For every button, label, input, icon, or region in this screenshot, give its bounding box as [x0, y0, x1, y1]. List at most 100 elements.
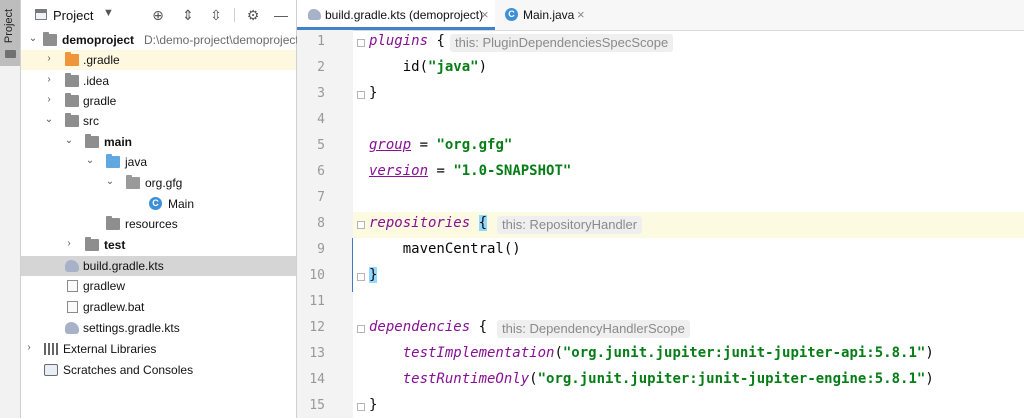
file-icon — [67, 280, 78, 292]
project-view-title[interactable]: Project — [53, 8, 93, 23]
tree-item-label: gradlew.bat — [83, 300, 145, 314]
tree-item-gradle[interactable]: › gradle — [21, 91, 296, 111]
tree-item-main-class[interactable]: C Main — [21, 194, 296, 214]
tree-item-build-gradle-kts[interactable]: build.gradle.kts — [21, 256, 296, 276]
string-literal: "java" — [428, 59, 479, 75]
line-number: 2 — [317, 60, 325, 75]
chevron-right-icon[interactable]: › — [63, 238, 75, 249]
tree-item-gradlew[interactable]: gradlew — [21, 276, 296, 296]
code-line-2: id("java") — [297, 56, 1024, 82]
tree-item-scratches-and-consoles[interactable]: Scratches and Consoles — [21, 360, 296, 380]
expand-all-icon[interactable]: ⇕ — [179, 6, 197, 24]
chevron-down-icon[interactable]: ⌄ — [27, 33, 39, 44]
code-text: ) — [925, 345, 934, 361]
tree-item-test[interactable]: › test — [21, 235, 296, 255]
chevron-down-icon[interactable]: ⌄ — [63, 135, 75, 146]
package-icon — [126, 175, 140, 189]
gradle-icon — [65, 322, 79, 334]
tree-item-label: Main — [168, 197, 195, 211]
code-text: = — [428, 163, 454, 179]
tree-item-main[interactable]: ⌄ main — [21, 132, 296, 152]
tab-label: Main.java — [523, 8, 575, 22]
string-literal: "1.0-SNAPSHOT" — [453, 163, 572, 179]
editor: build.gradle.kts (demoproject) × C Main.… — [297, 0, 1024, 418]
line-number: 13 — [309, 346, 325, 361]
code-text: id( — [369, 59, 429, 75]
tree-item-src[interactable]: ⌄ src — [21, 111, 296, 131]
fold-marker-icon[interactable] — [357, 273, 365, 281]
collapse-all-icon[interactable]: ⇳ — [207, 6, 225, 24]
code-area[interactable]: plugins {this: PluginDependenciesSpecSco… — [297, 30, 1024, 418]
tree-item-demoproject[interactable]: ⌄ demoproject D:\demo-project\demoprojec… — [21, 30, 299, 50]
hide-icon[interactable]: — — [272, 6, 290, 24]
tree-item-org-gfg[interactable]: ⌄ org.gfg — [21, 173, 296, 193]
file-icon — [67, 301, 78, 313]
code-line-1: plugins {this: PluginDependenciesSpecSco… — [297, 30, 1024, 56]
fold-marker-icon[interactable] — [357, 403, 365, 411]
chevron-down-icon[interactable]: ⌄ — [84, 155, 96, 166]
tree-item-label: .idea — [83, 74, 110, 88]
chevron-right-icon[interactable]: › — [23, 342, 35, 353]
fold-marker-icon[interactable] — [357, 221, 365, 229]
tab-build-gradle-kts[interactable]: build.gradle.kts (demoproject) × — [297, 0, 495, 30]
line-number: 6 — [317, 164, 325, 179]
java-class-icon: C — [505, 8, 518, 21]
tree-item-settings-gradle-kts[interactable]: settings.gradle.kts — [21, 318, 296, 338]
chevron-right-icon[interactable]: › — [43, 53, 55, 64]
tree-item-label: settings.gradle.kts — [83, 321, 180, 335]
folder-icon — [43, 32, 57, 46]
editor-tabs: build.gradle.kts (demoproject) × C Main.… — [297, 0, 1024, 31]
folder-icon — [65, 93, 79, 107]
inlay-hint: this: RepositoryHandler — [497, 216, 643, 234]
tree-item-dot-idea[interactable]: › .idea — [21, 71, 296, 91]
inlay-hint: this: PluginDependenciesSpecScope — [450, 34, 674, 52]
tool-window-stripe: Project — [0, 0, 21, 418]
tree-item-resources[interactable]: resources — [21, 214, 296, 234]
code-text: mavenCentral() — [369, 241, 521, 257]
gradle-icon — [65, 260, 79, 272]
tree-item-label: src — [83, 114, 99, 128]
gear-icon[interactable]: ⚙ — [244, 6, 262, 24]
code-line-13: testImplementation("org.junit.jupiter:ju… — [297, 342, 1024, 368]
code-text: ) — [478, 59, 488, 75]
keyword: testRuntimeOnly — [402, 371, 530, 387]
string-literal: "org.junit.jupiter:junit-jupiter-api:5.8… — [562, 345, 926, 361]
chevron-down-icon[interactable]: ▼ — [103, 7, 114, 19]
toolbar-divider — [234, 8, 235, 22]
line-number: 12 — [309, 320, 325, 335]
tree-item-path: D:\demo-project\demoproject — [144, 33, 299, 47]
code-line-12: dependencies {this: DependencyHandlerSco… — [297, 316, 1024, 342]
code-line-15: } — [297, 394, 1024, 420]
fold-marker-icon[interactable] — [357, 39, 365, 47]
chevron-right-icon[interactable]: › — [43, 74, 55, 85]
tab-label: build.gradle.kts (demoproject) — [325, 8, 484, 22]
chevron-down-icon[interactable]: ⌄ — [43, 114, 55, 125]
keyword: repositories — [369, 215, 471, 231]
fold-marker-icon[interactable] — [357, 91, 365, 99]
tree-item-gradlew-bat[interactable]: gradlew.bat — [21, 297, 296, 317]
tab-main-java[interactable]: C Main.java × — [495, 0, 595, 30]
code-line-9: mavenCentral() — [297, 238, 1024, 264]
code-text: = — [411, 137, 437, 153]
tree-item-java[interactable]: ⌄ java — [21, 152, 296, 172]
locate-icon[interactable]: ⊕ — [149, 6, 167, 24]
project-tool-window-button[interactable]: Project — [0, 0, 20, 66]
project-stripe-label: Project — [3, 8, 16, 44]
line-number-gutter[interactable]: 1 2 3 4 5 6 7 8 9 10 11 12 13 14 15 — [297, 30, 353, 418]
chevron-right-icon[interactable]: › — [43, 94, 55, 105]
line-number: 9 — [317, 242, 325, 257]
tree-item-external-libraries[interactable]: › External Libraries — [21, 339, 296, 359]
line-number: 5 — [317, 138, 325, 153]
code-line-14: testRuntimeOnly("org.junit.jupiter:junit… — [297, 368, 1024, 394]
chevron-down-icon[interactable]: ⌄ — [104, 176, 116, 187]
tree-item-label: build.gradle.kts — [83, 259, 164, 273]
fold-marker-icon[interactable] — [357, 325, 365, 333]
close-icon[interactable]: × — [481, 7, 489, 22]
code-line-3: } — [297, 82, 1024, 108]
tree-item-dot-gradle[interactable]: › .gradle — [21, 50, 296, 70]
close-icon[interactable]: × — [577, 7, 585, 22]
